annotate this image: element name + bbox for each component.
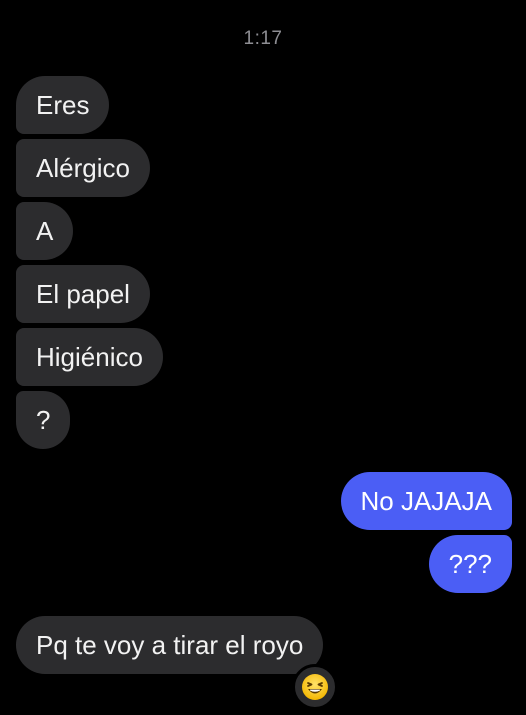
message-bubble-received[interactable]: Alérgico <box>16 139 150 197</box>
message-reaction[interactable] <box>292 664 338 710</box>
laughing-face-icon <box>302 674 328 700</box>
message-bubble-received[interactable]: Eres <box>16 76 110 134</box>
message-bubble-received[interactable]: ? <box>16 391 71 449</box>
message-bubble-received[interactable]: Pq te voy a tirar el royo <box>16 616 324 674</box>
message-bubble-received[interactable]: A <box>16 202 74 260</box>
message-bubble-sent[interactable]: No JAJAJA <box>340 472 512 530</box>
message-bubble-received[interactable]: El papel <box>16 265 150 323</box>
message-bubble-sent[interactable]: ??? <box>428 535 512 593</box>
message-bubble-received[interactable]: Higiénico <box>16 328 163 386</box>
timestamp: 1:17 <box>243 28 283 49</box>
